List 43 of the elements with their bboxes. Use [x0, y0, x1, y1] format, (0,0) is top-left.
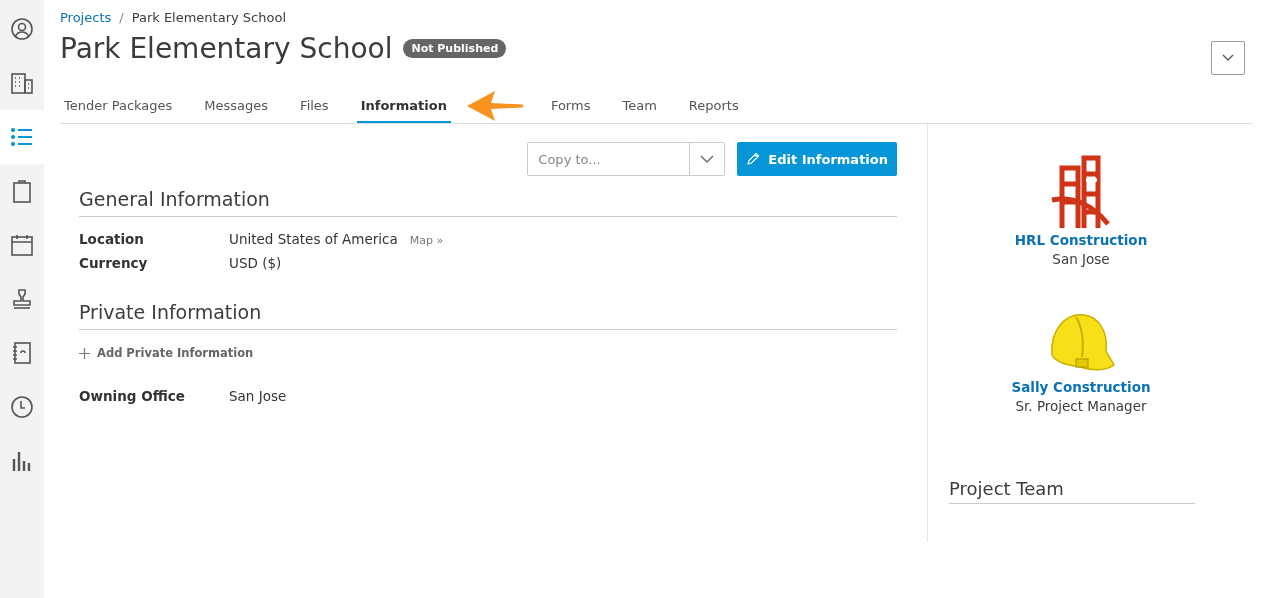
clock-icon: [10, 395, 34, 419]
field-value: San Jose: [229, 388, 287, 404]
field-value: United States of America: [229, 231, 398, 247]
tab[interactable]: Reports: [684, 89, 743, 123]
plus-icon: [79, 347, 90, 359]
chevron-down-icon: [1222, 54, 1234, 62]
status-badge: Not Published: [403, 38, 507, 58]
company-name-link[interactable]: HRL Construction: [1014, 232, 1148, 248]
page-title: Park Elementary School: [60, 31, 393, 65]
address-book-icon: [10, 341, 34, 365]
tab[interactable]: Information: [356, 89, 451, 123]
calendar-icon: [10, 233, 34, 257]
copy-to-dropdown[interactable]: Copy to...: [527, 142, 726, 176]
breadcrumb-link[interactable]: Projects: [60, 10, 112, 25]
stamp-icon: [10, 287, 34, 311]
tab[interactable]: Messages: [200, 89, 273, 123]
tab[interactable]: Tender Packages: [60, 89, 177, 123]
breadcrumb-separator: /: [119, 10, 124, 25]
bridge-logo-icon: [1050, 154, 1112, 230]
field-label: Owning Office: [79, 388, 186, 404]
dropdown-button[interactable]: [1211, 41, 1245, 75]
sidebar-item[interactable]: [0, 110, 44, 164]
user-icon: [10, 17, 34, 41]
company-subtitle: Sr. Project Manager: [1015, 398, 1147, 414]
company-subtitle: San Jose: [1052, 251, 1110, 267]
clipboard-icon: [10, 179, 34, 203]
field-label: Currency: [79, 255, 149, 271]
section-heading: General Information: [79, 188, 897, 217]
company-name-link[interactable]: Sally Construction: [1011, 379, 1151, 395]
tab[interactable]: Files: [296, 89, 333, 123]
field-label: Location: [79, 231, 145, 247]
tab[interactable]: Team: [618, 89, 661, 123]
building-icon: [10, 71, 34, 95]
map-link[interactable]: Map »: [409, 234, 444, 247]
chevron-down-icon: [700, 155, 715, 163]
field-value: USD ($): [229, 255, 282, 271]
tab[interactable]: Forms: [546, 89, 595, 123]
pencil-icon: [746, 152, 761, 166]
breadcrumb-current: Park Elementary School: [131, 10, 286, 25]
list-icon: [10, 125, 34, 149]
section-heading: Private Information: [79, 301, 897, 330]
section-heading: Project Team: [949, 478, 1195, 504]
add-private-information-button[interactable]: Add Private Information: [79, 346, 254, 360]
